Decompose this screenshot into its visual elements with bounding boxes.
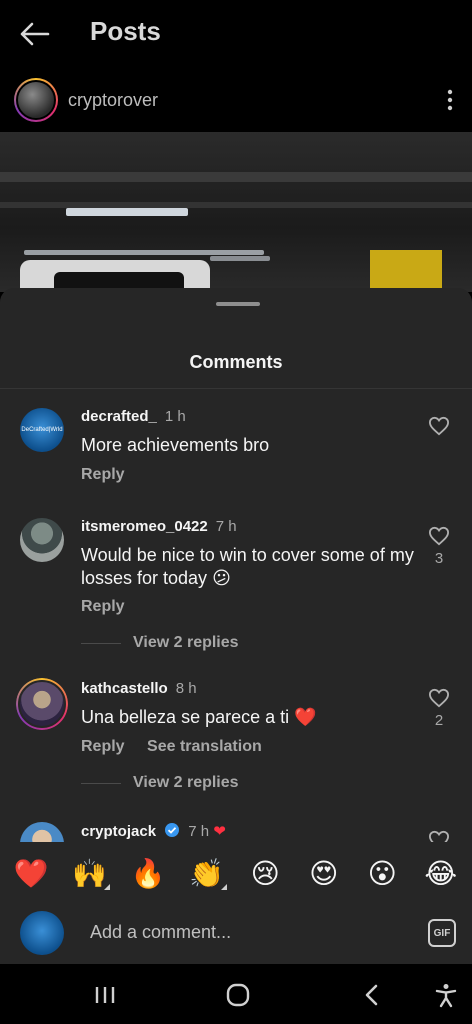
- divider: [0, 388, 472, 389]
- comments-sheet: Comments DeCrafted|Wrld decrafted_ 1 h Mo…: [0, 288, 472, 964]
- comment-username[interactable]: cryptojack: [81, 823, 156, 840]
- view-replies-label: View 2 replies: [133, 774, 239, 791]
- emoji-clap-glyph: 👏: [189, 856, 225, 890]
- red-heart-icon: ❤: [213, 823, 226, 840]
- view-replies-button[interactable]: View 2 replies: [81, 634, 239, 652]
- emoji-raised-hands[interactable]: 🙌: [70, 857, 110, 890]
- emoji-crying[interactable]: 😢: [245, 857, 285, 890]
- comment-item: cryptojack 7 h ❤: [0, 820, 472, 842]
- view-replies-button[interactable]: View 2 replies: [81, 774, 239, 792]
- comment-time: 8 h: [175, 680, 197, 697]
- post-author-avatar[interactable]: [14, 78, 58, 122]
- emoji-raised-hands-glyph: 🙌: [72, 856, 108, 890]
- back-arrow-icon[interactable]: [18, 20, 50, 48]
- add-comment-input[interactable]: Add a comment...: [90, 922, 231, 943]
- commenter-avatar[interactable]: [20, 822, 64, 842]
- post-photo[interactable]: [0, 132, 472, 292]
- like-count: 2: [434, 712, 444, 729]
- post-header: cryptorover: [0, 68, 472, 132]
- more-options-icon[interactable]: [440, 86, 460, 114]
- see-translation-button[interactable]: See translation: [147, 738, 262, 755]
- comment-time: 7 h: [215, 518, 237, 535]
- back-nav-icon[interactable]: [359, 982, 385, 1008]
- emoji-heart[interactable]: ❤️: [11, 857, 51, 890]
- gif-button[interactable]: GIF: [428, 919, 456, 947]
- top-bar: Posts: [0, 0, 472, 68]
- comments-title: Comments: [189, 352, 283, 372]
- emoji-heart-eyes[interactable]: 😍: [304, 857, 344, 890]
- comment-text: More achievements bro: [81, 435, 270, 455]
- reply-button[interactable]: Reply: [81, 738, 125, 755]
- system-nav-bar: [0, 964, 472, 1024]
- emoji-quick-reactions: ❤️ 🙌 🔥 👏 😢 😍 😮 😂: [0, 852, 472, 894]
- like-heart-icon[interactable]: [428, 830, 450, 842]
- avatar-logo-text: DeCrafted|Wrld: [20, 408, 64, 452]
- comment-text: Una belleza se parece a ti ❤️: [81, 707, 317, 727]
- current-user-avatar: [20, 911, 64, 955]
- comment-username[interactable]: itsmeromeo_0422: [81, 518, 208, 535]
- like-count: 3: [434, 550, 444, 567]
- comment-input-row: Add a comment... GIF: [0, 902, 472, 964]
- emoji-surprised[interactable]: 😮: [362, 857, 402, 890]
- like-heart-icon[interactable]: [428, 526, 450, 546]
- reply-button[interactable]: Reply: [81, 466, 125, 483]
- like-heart-icon[interactable]: [428, 416, 450, 436]
- like-heart-icon[interactable]: [428, 688, 450, 708]
- emoji-laughing[interactable]: 😂: [421, 857, 461, 890]
- emoji-fire[interactable]: 🔥: [128, 857, 168, 890]
- drag-handle[interactable]: [216, 302, 260, 306]
- comment-time: 1 h: [164, 408, 186, 425]
- comment-username[interactable]: decrafted_: [81, 408, 157, 425]
- comment-time: 7 h: [188, 823, 210, 840]
- comment-username[interactable]: kathcastello: [81, 680, 168, 697]
- commenter-avatar[interactable]: [16, 678, 68, 730]
- page-title: Posts: [90, 16, 161, 46]
- recent-apps-icon[interactable]: [92, 982, 118, 1008]
- commenter-avatar[interactable]: DeCrafted|Wrld: [20, 408, 64, 452]
- emoji-clap[interactable]: 👏: [187, 857, 227, 890]
- reply-button[interactable]: Reply: [81, 598, 125, 615]
- verified-badge-icon: [165, 823, 180, 837]
- home-icon[interactable]: [225, 982, 251, 1008]
- view-replies-label: View 2 replies: [133, 634, 239, 651]
- comment-text: Would be nice to win to cover some of my…: [81, 545, 414, 588]
- accessibility-icon[interactable]: [433, 982, 459, 1008]
- commenter-avatar[interactable]: [20, 518, 64, 562]
- post-username[interactable]: cryptorover: [68, 90, 158, 111]
